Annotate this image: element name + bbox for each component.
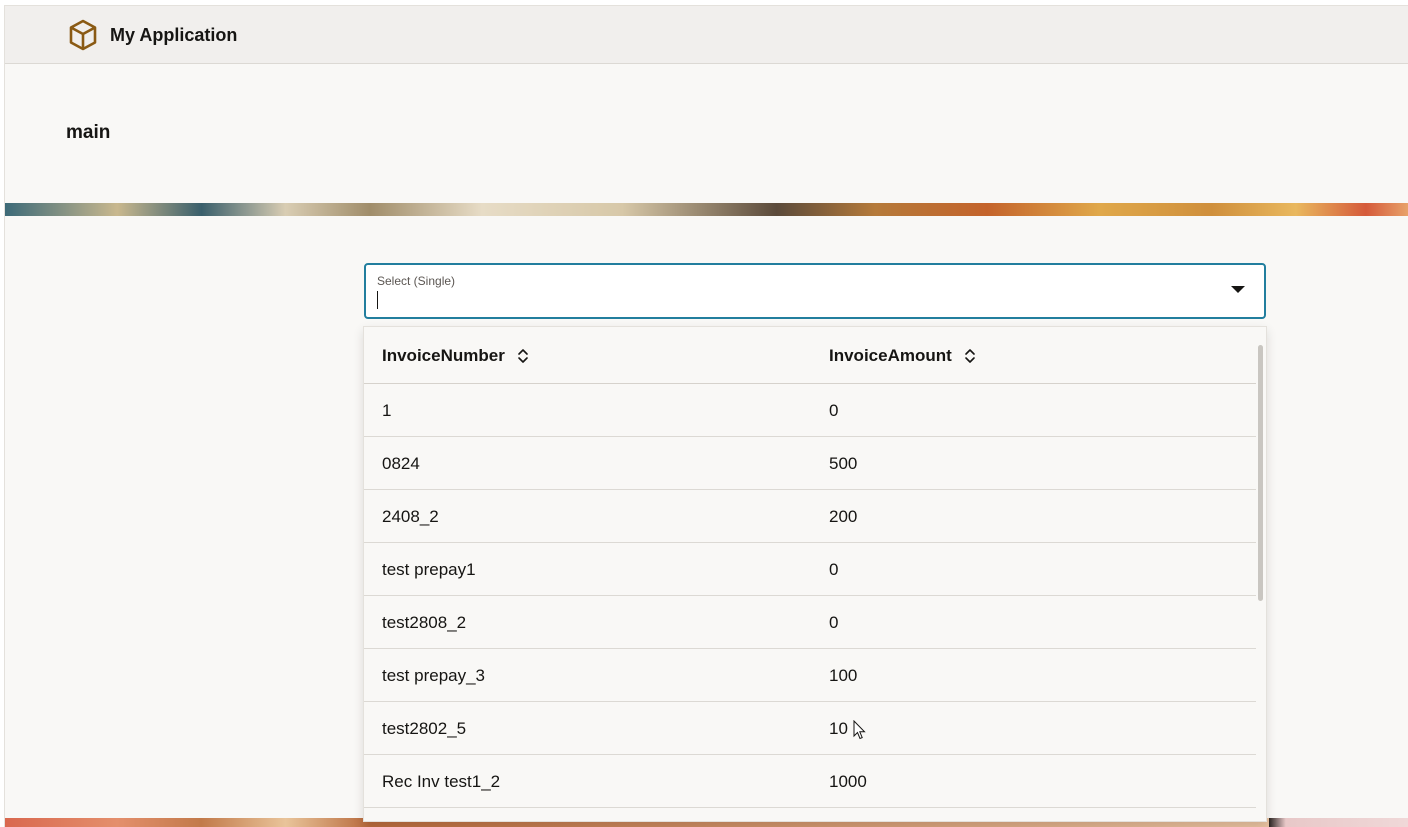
column-label: InvoiceNumber <box>382 346 505 365</box>
table-header: InvoiceNumber InvoiceAmount <box>364 327 1256 384</box>
cube-icon <box>69 19 97 51</box>
column-label: InvoiceAmount <box>829 346 952 365</box>
decorative-banner <box>5 203 1408 216</box>
invoice-number-cell: 2408_2 <box>382 507 439 526</box>
select-label: Select (Single) <box>377 274 456 288</box>
invoice-amount-cell: 0 <box>829 613 839 632</box>
invoice-amount-cell: 500 <box>829 454 858 473</box>
select-single-input[interactable]: Select (Single) <box>364 263 1266 319</box>
invoice-amount-cell: 1000 <box>829 772 867 791</box>
table-row[interactable]: test prepay_3 100 <box>364 649 1256 702</box>
table-row[interactable]: test2808_2 0 <box>364 596 1256 649</box>
table-row[interactable]: Rec Inv test1_2 1000 <box>364 755 1256 808</box>
invoice-amount-cell: 200 <box>829 507 858 526</box>
invoice-number-cell: Rec Inv test1_2 <box>382 772 501 791</box>
invoice-number-cell: 0824 <box>382 454 420 473</box>
select-dropdown-table: InvoiceNumber InvoiceAmount 1 0 0824 500… <box>363 326 1267 822</box>
invoice-amount-cell: 0 <box>829 560 839 579</box>
invoice-number-cell: test2802_5 <box>382 719 467 738</box>
page-title: main <box>66 122 111 143</box>
mouse-pointer-icon <box>853 720 866 740</box>
invoice-amount-cell: 0 <box>829 401 839 420</box>
app-title: My Application <box>110 25 238 45</box>
column-header-invoice-number[interactable]: InvoiceNumber <box>382 346 529 366</box>
invoice-amount-cell: 100 <box>829 666 858 685</box>
sort-icon[interactable] <box>964 347 976 365</box>
app-header: My Application <box>5 6 1408 64</box>
sort-icon[interactable] <box>517 347 529 365</box>
column-header-invoice-amount[interactable]: InvoiceAmount <box>829 346 976 366</box>
table-row[interactable]: 2408_2 200 <box>364 490 1256 543</box>
invoice-amount-cell: 10 <box>829 719 848 738</box>
decorative-banner-bottom-right <box>1269 818 1408 827</box>
invoice-number-cell: test prepay_3 <box>382 666 486 685</box>
table-row[interactable]: 1 0 <box>364 384 1256 437</box>
invoice-number-cell: test prepay1 <box>382 560 476 579</box>
scrollbar-thumb[interactable] <box>1258 345 1263 601</box>
table-row[interactable]: test prepay1 0 <box>364 543 1256 596</box>
table-row[interactable]: test2802_5 10 <box>364 702 1256 755</box>
caret-down-icon[interactable] <box>1231 286 1245 293</box>
invoice-number-cell: test2808_2 <box>382 613 467 632</box>
text-caret <box>377 291 378 309</box>
invoice-number-cell: 1 <box>382 401 392 420</box>
dropdown-scrollbar[interactable] <box>1256 335 1266 815</box>
table-row[interactable]: 0824 500 <box>364 437 1256 490</box>
